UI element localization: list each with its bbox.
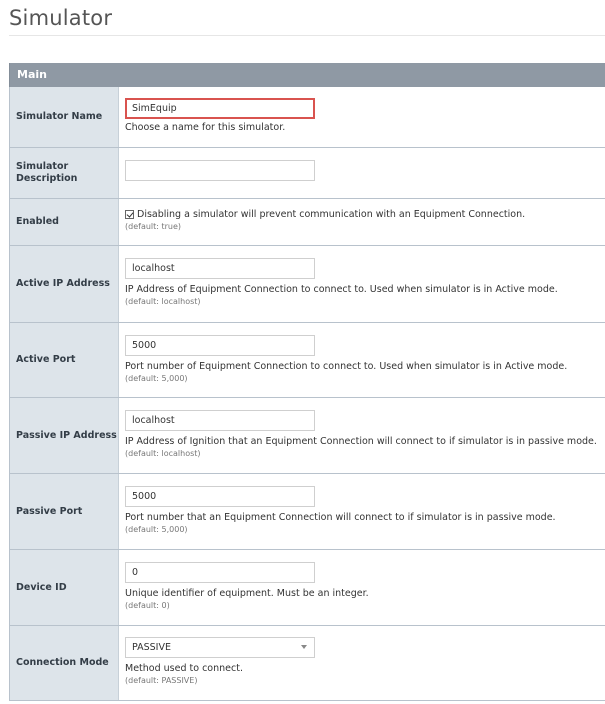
active-ip-help: IP Address of Equipment Connection to co… [125, 284, 558, 295]
page-title: Simulator [9, 6, 113, 30]
simulator-name-help: Choose a name for this simulator. [125, 122, 286, 133]
device-id-input[interactable]: 0 [125, 562, 315, 583]
label-active-port: Active Port [10, 323, 119, 397]
active-port-input[interactable]: 5000 [125, 335, 315, 356]
connection-mode-value: PASSIVE [132, 642, 171, 653]
row-simulator-description: Simulator Description [9, 148, 605, 199]
row-device-id: Device ID 0 Unique identifier of equipme… [9, 550, 605, 626]
passive-ip-input[interactable]: localhost [125, 410, 315, 431]
row-active-ip: Active IP Address localhost IP Address o… [9, 246, 605, 323]
label-active-ip: Active IP Address [10, 246, 119, 322]
active-ip-input[interactable]: localhost [125, 258, 315, 279]
label-passive-ip: Passive IP Address [10, 398, 119, 473]
label-passive-port: Passive Port [10, 474, 119, 549]
label-device-id: Device ID [10, 550, 119, 625]
row-active-port: Active Port 5000 Port number of Equipmen… [9, 323, 605, 398]
row-enabled: Enabled Disabling a simulator will preve… [9, 199, 605, 246]
label-enabled: Enabled [10, 199, 119, 245]
enabled-help: Disabling a simulator will prevent commu… [137, 209, 526, 220]
active-port-help: Port number of Equipment Connection to c… [125, 361, 568, 372]
simulator-description-input[interactable] [125, 160, 315, 181]
connection-mode-select[interactable]: PASSIVE [125, 637, 315, 658]
enabled-checkbox[interactable] [125, 210, 134, 219]
passive-port-default: (default: 5,000) [125, 525, 188, 534]
settings-form: Main Simulator Name SimEquip Choose a na… [9, 63, 605, 701]
section-header-main: Main [9, 63, 605, 87]
label-connection-mode: Connection Mode [10, 626, 119, 700]
enabled-default: (default: true) [125, 222, 182, 231]
connection-mode-help: Method used to connect. [125, 663, 243, 674]
row-simulator-name: Simulator Name SimEquip Choose a name fo… [9, 87, 605, 148]
row-passive-port: Passive Port 5000 Port number that an Eq… [9, 474, 605, 550]
label-simulator-name: Simulator Name [10, 87, 119, 147]
label-simulator-description: Simulator Description [10, 148, 119, 198]
device-id-help: Unique identifier of equipment. Must be … [125, 588, 369, 599]
device-id-default: (default: 0) [125, 601, 170, 610]
active-port-default: (default: 5,000) [125, 374, 188, 383]
passive-port-help: Port number that an Equipment Connection… [125, 512, 556, 523]
passive-ip-default: (default: localhost) [125, 449, 201, 458]
row-connection-mode: Connection Mode PASSIVE Method used to c… [9, 626, 605, 701]
simulator-name-input[interactable]: SimEquip [125, 98, 315, 119]
passive-ip-help: IP Address of Ignition that an Equipment… [125, 436, 597, 447]
active-ip-default: (default: localhost) [125, 297, 201, 306]
connection-mode-default: (default: PASSIVE) [125, 676, 198, 685]
title-divider [9, 35, 605, 36]
chevron-down-icon [301, 645, 307, 649]
passive-port-input[interactable]: 5000 [125, 486, 315, 507]
row-passive-ip: Passive IP Address localhost IP Address … [9, 398, 605, 474]
